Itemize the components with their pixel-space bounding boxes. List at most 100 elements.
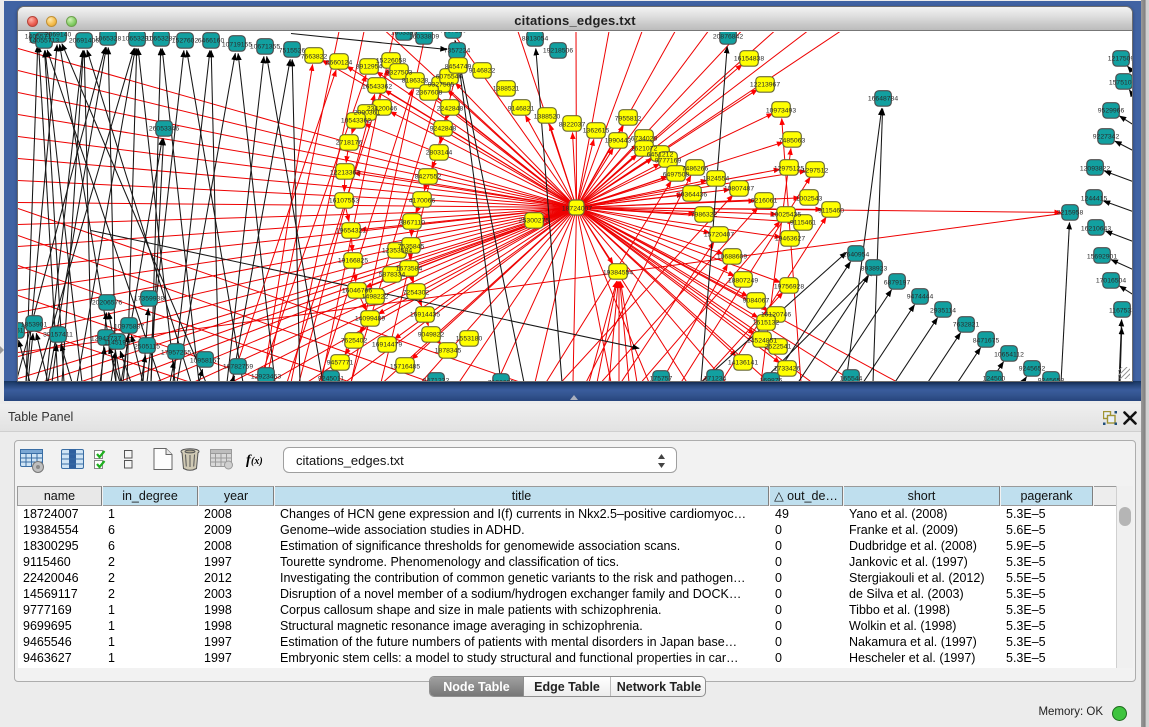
svg-text:12093822: 12093822 [1080, 166, 1110, 173]
svg-text:16782759: 16782759 [223, 364, 253, 371]
svg-text:124500: 124500 [983, 376, 1006, 382]
svg-text:1878345: 1878345 [435, 348, 462, 355]
svg-text:10807487: 10807487 [724, 186, 754, 193]
svg-text:6497508: 6497508 [663, 172, 690, 179]
svg-text:9115460: 9115460 [818, 208, 844, 215]
svg-text:2505115: 2505115 [134, 344, 160, 351]
svg-text:8660124: 8660124 [326, 60, 353, 67]
svg-text:9084067: 9084067 [743, 298, 770, 305]
svg-text:12213967: 12213967 [750, 82, 780, 89]
svg-text:10975887: 10975887 [114, 324, 144, 331]
svg-text:7632821: 7632821 [953, 322, 980, 329]
svg-text:9049822: 9049822 [418, 332, 445, 339]
svg-text:16210643: 16210643 [1081, 226, 1111, 233]
svg-text:10958167: 10958167 [190, 358, 220, 365]
svg-text:8813054: 8813054 [522, 36, 549, 43]
svg-text:2803144: 2803144 [426, 150, 453, 157]
svg-text:1217509: 1217509 [1108, 56, 1132, 63]
svg-text:2242848: 2242848 [437, 106, 464, 113]
svg-text:165544: 165544 [840, 376, 863, 382]
svg-text:7535845: 7535845 [398, 244, 425, 251]
svg-text:8427552: 8427552 [415, 174, 442, 181]
svg-text:16914435: 16914435 [410, 312, 440, 319]
svg-text:10688609: 10688609 [717, 254, 747, 261]
svg-text:171234: 171234 [704, 376, 727, 382]
svg-text:15226058: 15226058 [376, 58, 406, 65]
svg-text:15751074: 15751074 [1109, 80, 1132, 87]
svg-text:7986322: 7986322 [691, 212, 718, 219]
svg-text:2718176: 2718176 [336, 140, 363, 147]
svg-text:19463627: 19463627 [775, 236, 805, 243]
svg-text:5878334: 5878334 [379, 272, 406, 279]
svg-text:17359938: 17359938 [134, 296, 164, 303]
svg-text:8912954: 8912954 [356, 64, 383, 71]
svg-text:26053346: 26053346 [149, 126, 179, 133]
svg-text:3215958: 3215958 [1057, 210, 1084, 217]
svg-text:17957255: 17957255 [161, 350, 191, 357]
svg-text:9115461: 9115461 [790, 220, 816, 227]
svg-text:1297512: 1297512 [802, 168, 829, 175]
svg-text:1553180: 1553180 [456, 336, 483, 343]
svg-text:9327505: 9327505 [428, 82, 455, 89]
svg-text:12975125: 12975125 [774, 166, 804, 173]
svg-text:(x): (x) [251, 456, 263, 467]
svg-text:2935114: 2935114 [930, 308, 956, 315]
svg-text:6216061: 6216061 [751, 198, 778, 205]
svg-text:19654321: 19654321 [336, 228, 366, 235]
svg-text:1853901: 1853901 [21, 322, 48, 329]
svg-text:169876: 169876 [760, 378, 783, 382]
svg-text:39157411: 39157411 [43, 332, 73, 339]
svg-text:1527602: 1527602 [172, 38, 199, 45]
svg-text:16107553: 16107553 [329, 198, 359, 205]
svg-text:6075546: 6075546 [436, 74, 463, 81]
svg-text:7625402: 7625402 [341, 338, 368, 345]
svg-text:7254302: 7254302 [403, 290, 430, 297]
svg-text:16914479: 16914479 [372, 342, 402, 349]
svg-text:25300275: 25300275 [519, 218, 549, 225]
svg-text:10671355: 10671355 [250, 44, 280, 51]
svg-text:2522541: 2522541 [765, 344, 792, 351]
svg-text:16154838: 16154838 [734, 56, 764, 63]
svg-text:1824554: 1824554 [703, 176, 730, 183]
svg-text:9457771: 9457771 [327, 360, 354, 367]
svg-text:9146821: 9146821 [508, 106, 535, 113]
svg-text:7486266: 7486266 [682, 166, 709, 173]
svg-text:9245011: 9245011 [318, 376, 344, 382]
svg-text:16543362: 16543362 [362, 84, 392, 91]
svg-text:14136141: 14136141 [728, 360, 758, 367]
svg-text:14099489: 14099489 [355, 316, 385, 323]
svg-text:9529966: 9529966 [1098, 108, 1125, 115]
svg-text:2367608: 2367608 [416, 90, 443, 97]
svg-text:10025435: 10025435 [771, 212, 801, 219]
svg-text:18724007: 18724007 [562, 206, 592, 213]
svg-text:1002543: 1002543 [796, 196, 823, 203]
svg-text:9146822: 9146822 [469, 68, 496, 75]
svg-text:19218506: 19218506 [543, 48, 573, 55]
svg-text:14055713: 14055713 [29, 38, 59, 45]
svg-text:20364436: 20364436 [677, 192, 707, 199]
svg-text:1615132: 1615132 [753, 320, 780, 327]
svg-text:1673584: 1673584 [396, 266, 423, 273]
svg-text:2069140: 2069140 [45, 32, 72, 39]
svg-text:10543362: 10543362 [341, 118, 371, 125]
svg-text:6466160: 6466160 [198, 38, 225, 45]
svg-text:7357224: 7357224 [444, 48, 471, 55]
svg-text:8822037: 8822037 [559, 122, 586, 129]
svg-text:19384554: 19384554 [603, 270, 633, 277]
svg-text:3867110: 3867110 [399, 220, 425, 227]
svg-text:7955812: 7955812 [615, 116, 642, 123]
svg-text:2090361: 2090361 [354, 110, 381, 117]
svg-text:16120746: 16120746 [761, 312, 791, 319]
svg-text:9474444: 9474444 [907, 294, 934, 301]
svg-text:7357220: 7357220 [440, 32, 467, 35]
svg-text:8938923: 8938923 [861, 266, 888, 273]
svg-text:175757: 175757 [650, 376, 673, 382]
svg-text:19166825: 19166825 [338, 258, 368, 265]
svg-text:8454749: 8454749 [445, 64, 472, 71]
svg-text:15720407: 15720407 [704, 232, 734, 239]
svg-text:9245653: 9245653 [1038, 378, 1065, 382]
svg-text:8186328: 8186328 [402, 78, 429, 85]
svg-text:1561: 1561 [18, 328, 24, 335]
svg-text:15716485: 15716485 [390, 364, 420, 371]
svg-text:8471675: 8471675 [973, 338, 1000, 345]
